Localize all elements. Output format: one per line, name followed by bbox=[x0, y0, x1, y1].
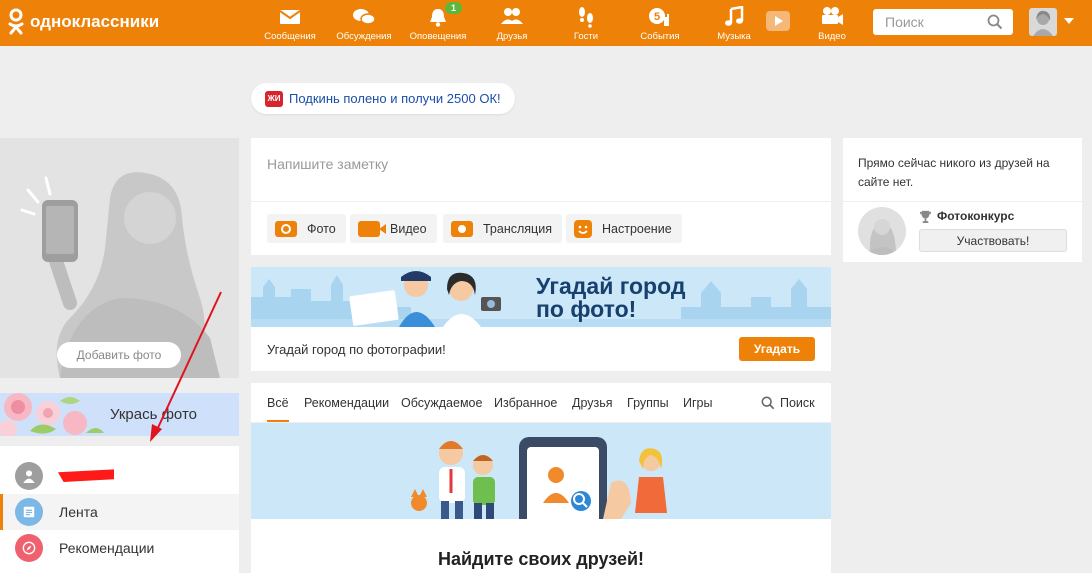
tab-recommendations[interactable]: Рекомендации bbox=[304, 396, 389, 410]
left-menu-feed[interactable]: Лента bbox=[0, 494, 239, 530]
footprints-icon bbox=[579, 7, 593, 28]
nav-music[interactable]: Музыка bbox=[701, 0, 767, 46]
nav-notifications[interactable]: 1 Оповещения bbox=[405, 0, 471, 46]
tab-favorites[interactable]: Избранное bbox=[494, 396, 557, 410]
note-mood-button[interactable]: Настроение bbox=[566, 214, 682, 243]
brand-name: одноклассники bbox=[30, 12, 160, 31]
note-composer: Напишите заметку Фото Видео Трансляция Н… bbox=[251, 138, 831, 255]
guess-city-subtitle: Угадай город по фотографии! bbox=[267, 342, 446, 357]
nav-friends[interactable]: Друзья bbox=[479, 0, 545, 46]
photo-contest-label: Фотоконкурс bbox=[937, 209, 1015, 223]
ok-logo-icon bbox=[8, 8, 24, 35]
envelope-icon bbox=[279, 10, 301, 24]
avatar-silhouette-icon bbox=[1033, 10, 1053, 36]
nav-label: Друзья bbox=[496, 31, 528, 42]
left-menu-profile[interactable] bbox=[0, 458, 239, 494]
chip-label: Видео bbox=[390, 221, 427, 236]
note-photo-button[interactable]: Фото bbox=[267, 214, 346, 243]
participate-button[interactable]: Участвовать! bbox=[919, 229, 1067, 252]
chip-label: Фото bbox=[307, 221, 336, 236]
user-icon bbox=[15, 462, 43, 490]
nav-label: Музыка bbox=[717, 31, 751, 42]
tab-all[interactable]: Всё bbox=[267, 396, 289, 422]
guess-city-banner[interactable]: Угадай город по фото! bbox=[251, 267, 831, 327]
camera-icon bbox=[275, 220, 297, 237]
ok-logo[interactable]: одноклассники bbox=[8, 8, 159, 36]
tab-friends[interactable]: Друзья bbox=[572, 396, 613, 410]
guess-city-title-line2: по фото! bbox=[536, 296, 637, 322]
guess-city-title: Угадай город по фото! bbox=[536, 275, 685, 321]
nav-messages[interactable]: Сообщения bbox=[257, 0, 323, 46]
nav-label: Видео bbox=[818, 31, 846, 42]
guess-city-title-line1: Угадай город bbox=[536, 273, 686, 299]
music-note-icon bbox=[725, 6, 744, 26]
chevron-down-icon[interactable] bbox=[1064, 18, 1074, 24]
game-logo-icon: ЖИ bbox=[265, 90, 283, 107]
chat-bubbles-icon bbox=[353, 9, 376, 25]
nav-label: События bbox=[640, 31, 680, 42]
top-bar: одноклассники Сообщения Обсуждения 1 Опо… bbox=[0, 0, 1092, 46]
contest-avatar[interactable] bbox=[858, 207, 906, 255]
nav-guests[interactable]: Гости bbox=[553, 0, 619, 46]
people-phone-illustration-icon bbox=[411, 437, 667, 519]
feed-icon bbox=[15, 498, 43, 526]
video-icon bbox=[358, 220, 386, 237]
note-broadcast-button[interactable]: Трансляция bbox=[443, 214, 562, 243]
tab-groups[interactable]: Группы bbox=[627, 396, 669, 410]
left-menu-label: Лента bbox=[59, 504, 98, 520]
add-photo-button[interactable]: Добавить фото bbox=[57, 342, 181, 368]
search-icon[interactable] bbox=[987, 14, 1003, 30]
note-video-button[interactable]: Видео bbox=[350, 214, 437, 243]
chip-label: Трансляция bbox=[483, 221, 552, 236]
promo-banner[interactable]: ЖИ Подкинь полено и получи 2500 ОК! bbox=[251, 83, 515, 114]
feed-search-label: Поиск bbox=[780, 396, 815, 410]
nav-label: Сообщения bbox=[264, 31, 316, 42]
friends-online-card: Прямо сейчас никого из друзей на сайте н… bbox=[843, 138, 1082, 262]
flowers-icon bbox=[0, 393, 104, 436]
guess-city-card: Угадай город по фото! Угадай город по фо… bbox=[251, 267, 831, 371]
tab-games[interactable]: Игры bbox=[683, 396, 712, 410]
smiley-icon bbox=[574, 219, 592, 238]
find-friends-illustration bbox=[251, 423, 831, 519]
find-friends-title: Найдите своих друзей! bbox=[437, 549, 645, 569]
feed-search-button[interactable]: Поиск bbox=[761, 396, 815, 410]
chip-label: Настроение bbox=[602, 221, 672, 236]
search-icon bbox=[761, 396, 775, 410]
feed-card: Всё Рекомендации Обсуждаемое Избранное Д… bbox=[251, 383, 831, 573]
compass-icon bbox=[15, 534, 43, 562]
feed-tabs: Всё Рекомендации Обсуждаемое Избранное Д… bbox=[251, 383, 831, 423]
broadcast-icon bbox=[451, 220, 473, 237]
promo-text: Подкинь полено и получи 2500 ОК! bbox=[289, 91, 501, 106]
video-play-icon[interactable] bbox=[766, 11, 790, 31]
divider bbox=[843, 201, 1082, 202]
friends-icon bbox=[501, 8, 523, 24]
decorate-photo-banner[interactable]: Укрась фото bbox=[0, 393, 239, 436]
tab-discussed[interactable]: Обсуждаемое bbox=[401, 396, 482, 410]
no-friends-online-text: Прямо сейчас никого из друзей на сайте н… bbox=[858, 156, 1050, 189]
left-menu: Лента Рекомендации bbox=[0, 446, 239, 573]
notifications-badge: 1 bbox=[445, 2, 463, 14]
left-menu-label: Рекомендации bbox=[59, 540, 155, 556]
nav-label: Гости bbox=[573, 31, 599, 42]
divider bbox=[251, 201, 831, 202]
nav-discussions[interactable]: Обсуждения bbox=[331, 0, 397, 46]
svg-text:5: 5 bbox=[654, 11, 660, 23]
user-avatar[interactable] bbox=[1029, 8, 1057, 36]
woman-silhouette-icon bbox=[866, 219, 898, 255]
video-camera-icon bbox=[822, 7, 843, 25]
events-like-icon: 5 bbox=[649, 8, 669, 26]
note-input[interactable]: Напишите заметку bbox=[267, 156, 388, 172]
nav-events[interactable]: 5 События bbox=[627, 0, 693, 46]
nav-label: Оповещения bbox=[409, 31, 467, 42]
nav-video[interactable]: Видео bbox=[799, 0, 865, 46]
guess-button[interactable]: Угадать bbox=[739, 337, 815, 361]
trophy-icon bbox=[919, 210, 932, 223]
left-menu-recommendations[interactable]: Рекомендации bbox=[0, 530, 239, 566]
nav-label: Обсуждения bbox=[336, 31, 392, 42]
photo-contest-title: Фотоконкурс bbox=[919, 209, 1014, 223]
decorate-photo-label: Укрась фото bbox=[110, 406, 197, 423]
